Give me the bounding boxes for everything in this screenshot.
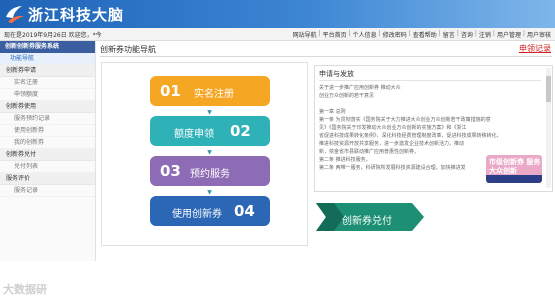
steps-panel: 01 实名注册 ▼ 额度申领 02 ▼ 03 预约服务 ▼ 使用创新券 04	[101, 62, 308, 246]
step-quota[interactable]: 额度申领 02	[150, 116, 270, 146]
header-banner: 浙江科技大脑	[0, 0, 555, 28]
sidebar-item[interactable]: 服务预约记录	[0, 113, 95, 125]
step-number: 03	[160, 162, 181, 180]
apply-record-link[interactable]: 申领记录	[519, 43, 551, 54]
scrollbar-thumb[interactable]	[546, 76, 551, 102]
sidebar-item[interactable]: 功能导航	[0, 53, 95, 65]
sidebar-section[interactable]: 创新券兑付	[0, 149, 95, 161]
sidebar-item[interactable]: 服务记录	[0, 185, 95, 197]
policy-line: 省促进科技成果转化条例》，深化科技经费管理制度改革，促进科技成果转移转化，	[319, 133, 502, 139]
sidebar-title: 创新创新券服务系统	[0, 41, 95, 53]
sidebar-item[interactable]: 申领额度	[0, 89, 95, 101]
step-register[interactable]: 01 实名注册	[150, 76, 270, 106]
scrollbar[interactable]	[546, 68, 551, 188]
logo-title: 浙江科技大脑	[28, 6, 125, 24]
top-nav-item[interactable]: 注销	[477, 30, 493, 39]
title-divider	[100, 56, 552, 57]
welcome-text: 现在是2019年9月26日 欢迎您，*今	[4, 32, 102, 39]
policy-line: 见》《国务院关于印发推动大众创业万众创新的实施方案》和《浙江	[319, 125, 467, 131]
top-nav-item[interactable]: 用户审核	[525, 30, 553, 39]
policy-line: 关于进一步推广应用创新券 推动大众	[319, 85, 401, 91]
policy-line: 推进科技资源开放共享服务，进一步激发企业技术创新活力，推动	[319, 141, 465, 147]
policy-line: 创业万众创新的若干意见	[319, 93, 375, 99]
top-nav-item[interactable]: 咨询	[459, 30, 475, 39]
promo-text: 市级创新券 服务大众创新	[489, 158, 541, 175]
top-nav-item[interactable]: 平台首页	[321, 30, 349, 39]
sidebar: 创新创新券服务系统 功能导航 创新券申请 实名注册 申领额度 创新券使用 服务预约记录 使用…	[0, 41, 96, 296]
step-label: 额度申领	[174, 129, 214, 140]
promo-banner[interactable]: 市级创新券 服务大众创新	[486, 155, 542, 183]
policy-line: 第一章 总则	[319, 109, 346, 115]
top-toolbar: 现在是2019年9月26日 欢迎您，*今 网站导航 | 平台首页 | 个人信息 | 修改密码…	[0, 28, 555, 41]
step-label: 使用创新券	[172, 209, 222, 220]
sidebar-item[interactable]: 使用创新券	[0, 125, 95, 137]
page-title: 创新券功能导航	[100, 45, 156, 54]
sidebar-section[interactable]: 创新券使用	[0, 101, 95, 113]
step-reserve[interactable]: 03 预约服务	[150, 156, 270, 186]
step-use[interactable]: 使用创新券 04	[150, 196, 270, 226]
top-nav-item[interactable]: 个人信息	[351, 30, 379, 39]
sidebar-item[interactable]: 我的创新券	[0, 137, 95, 149]
step-number: 02	[230, 122, 251, 140]
step-label: 预约服务	[190, 169, 230, 180]
sidebar-menu: 功能导航 创新券申请 实名注册 申领额度 创新券使用 服务预约记录 使用创新券 我的创新券 创新…	[0, 53, 95, 197]
policy-line: 第一条 为贯彻落实《国务院关于大力推进大众创业万众创新若干政策措施的意	[319, 117, 491, 123]
watermark-text: 大数据研	[3, 283, 47, 296]
sidebar-section[interactable]: 服务评价	[0, 173, 95, 185]
sidebar-item[interactable]: 实名注册	[0, 77, 95, 89]
step-label: 实名注册	[194, 89, 234, 100]
top-nav-item[interactable]: 网站导航	[291, 30, 319, 39]
policy-line	[319, 100, 541, 108]
promo-bar	[486, 175, 542, 183]
top-nav: 网站导航 | 平台首页 | 个人信息 | 修改密码 | 查看帮助 | 留言 | 咨询 | 注销 | 用户管理 | 用…	[291, 30, 553, 39]
redeem-button-label: 创新券兑付	[342, 216, 392, 227]
step-number: 04	[234, 202, 255, 220]
info-title: 申请与发放	[319, 70, 354, 78]
top-nav-item[interactable]: 留言	[441, 30, 457, 39]
info-divider	[319, 80, 541, 81]
top-nav-item[interactable]: 修改密码	[381, 30, 409, 39]
logo-icon	[6, 6, 24, 23]
top-nav-item[interactable]: 用户管理	[495, 30, 523, 39]
sidebar-section[interactable]: 创新券申请	[0, 65, 95, 77]
sidebar-item[interactable]: 兑付列表	[0, 161, 95, 173]
step-number: 01	[160, 82, 181, 100]
top-nav-item[interactable]: 查看帮助	[411, 30, 439, 39]
